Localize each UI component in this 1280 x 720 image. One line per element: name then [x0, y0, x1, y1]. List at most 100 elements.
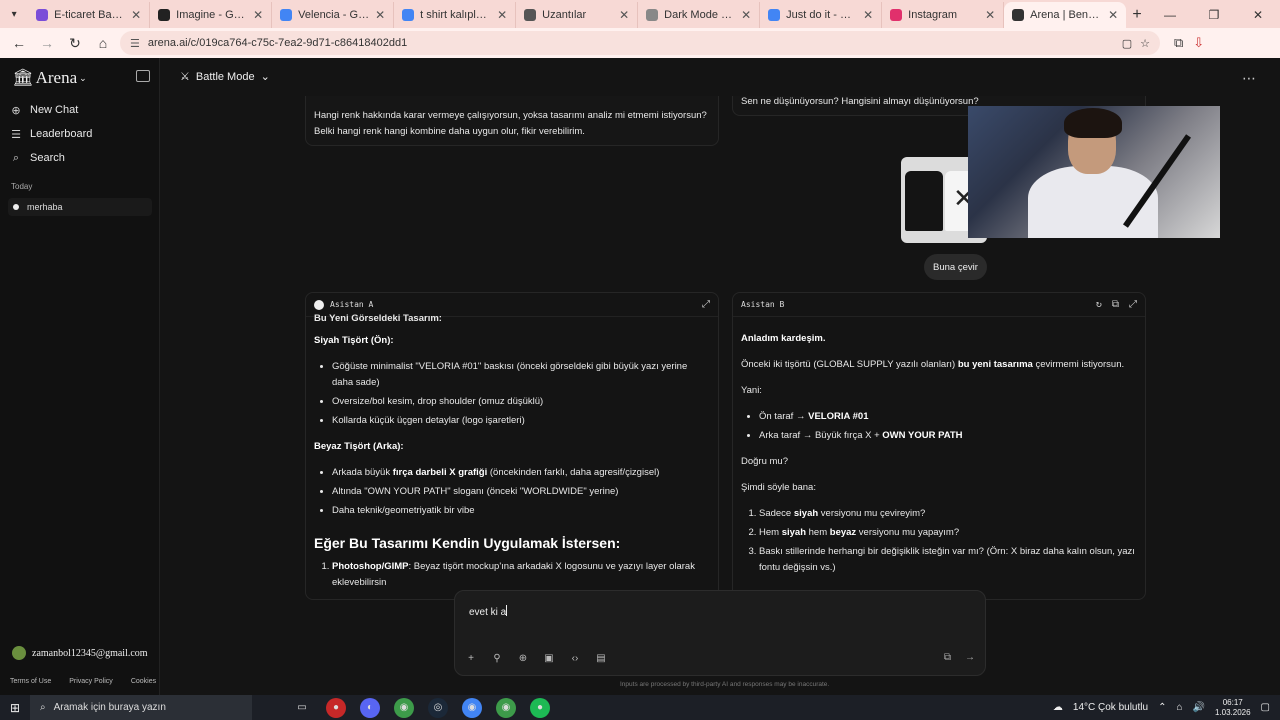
new-tab-button[interactable]: + [1126, 2, 1148, 28]
sidebar-item-new-chat[interactable]: ⊕ New Chat [10, 98, 150, 122]
tab-favicon-icon [402, 9, 415, 21]
tab-close-icon[interactable]: ✕ [497, 8, 507, 22]
bold-text: OWN YOUR PATH [882, 430, 963, 441]
tab-search-button[interactable]: ▾ [4, 2, 24, 26]
tab-close-icon[interactable]: ✕ [253, 8, 263, 22]
image-icon[interactable]: ▣ [543, 653, 555, 664]
volume-icon[interactable]: 🔊 [1193, 702, 1205, 713]
cookies-link[interactable]: Cookies [131, 678, 156, 685]
browser-tab[interactable]: Arena | Benchmark & ✕ [1004, 2, 1127, 28]
browser-tab[interactable]: Imagine - Grok ✕ [150, 2, 273, 28]
browser-tab[interactable]: Just do it - Google'd ✕ [760, 2, 883, 28]
sidebar-toggle-icon[interactable] [136, 70, 150, 82]
task-view-icon[interactable]: ▭ [292, 698, 312, 718]
user-account[interactable]: zamanbol12345@gmail.com [12, 646, 148, 660]
taskbar-search-placeholder: Aramak için buraya yazın [53, 702, 166, 713]
text: Arka taraf → Büyük fırça X + [759, 430, 883, 441]
minimize-button[interactable]: — [1148, 2, 1192, 28]
tray-chevron-icon[interactable]: ⌃ [1158, 702, 1166, 713]
code-icon[interactable]: ‹› [569, 653, 581, 664]
forward-icon[interactable]: → [36, 35, 58, 51]
sidebar-nav: ⊕ New Chat ☰ Leaderboard ⌕ Search [10, 98, 150, 170]
arena-logo-icon: 🏛 [12, 68, 34, 87]
tab-close-icon[interactable]: ✕ [1108, 8, 1118, 22]
attach-icon[interactable]: ⧉ [944, 652, 951, 663]
composer-actions: ⧉ → [944, 652, 975, 663]
send-icon[interactable]: → [965, 652, 975, 663]
copy-icon[interactable]: ⧉ [1112, 299, 1119, 310]
expand-icon[interactable]: ⤢ [702, 299, 710, 310]
tab-title: Uzantılar [542, 9, 587, 21]
canvas-icon[interactable]: ▤ [595, 653, 607, 664]
arena-logo[interactable]: 🏛 Arena ⌄ [12, 68, 87, 88]
browser-tab[interactable]: Dark Mode - Chrome ✕ [638, 2, 761, 28]
tools-icon[interactable]: ⚲ [491, 653, 503, 664]
notification-icon[interactable]: ▢ [1261, 702, 1270, 713]
page-icon[interactable]: ▢ [1122, 37, 1132, 50]
back-icon[interactable]: ← [8, 35, 30, 51]
tab-title: Arena | Benchmark & [1030, 9, 1102, 21]
network-icon[interactable]: ⌂ [1176, 702, 1182, 713]
expand-icon[interactable]: ⤢ [1129, 299, 1137, 310]
steam-icon[interactable]: ◎ [428, 697, 448, 718]
tab-close-icon[interactable]: ✕ [741, 8, 751, 22]
sidebar: 🏛 Arena ⌄ ⊕ New Chat ☰ Leaderboard ⌕ Sea… [0, 58, 160, 695]
regenerate-icon[interactable]: ↻ [1096, 299, 1102, 310]
list-icon: ☰ [11, 128, 21, 141]
windows-start-icon[interactable]: ⊞ [0, 701, 30, 715]
browser-tab[interactable]: Uzantılar ✕ [516, 2, 639, 28]
tab-favicon-icon [768, 9, 781, 21]
system-tray: ☁ 14°C Çok bulutlu ⌃ ⌂ 🔊 06:17 1.03.2026… [1053, 698, 1280, 718]
nav-label: New Chat [30, 104, 79, 116]
clock-time: 06:17 [1222, 697, 1243, 707]
sidebar-item-leaderboard[interactable]: ☰ Leaderboard [10, 122, 150, 146]
maximize-button[interactable]: ❐ [1192, 2, 1236, 28]
text: versiyonu mu çevireyim? [818, 508, 926, 519]
privacy-link[interactable]: Privacy Policy [69, 678, 113, 685]
chrome-icon[interactable]: ◉ [496, 697, 516, 718]
reload-icon[interactable]: ↻ [64, 35, 86, 52]
tab-close-icon[interactable]: ✕ [863, 8, 873, 22]
browser-tab[interactable]: t shirt kalıpları owers ✕ [394, 2, 517, 28]
clock[interactable]: 06:17 1.03.2026 [1215, 698, 1251, 718]
home-icon[interactable]: ⌂ [92, 35, 114, 51]
list-item: Hem siyah hem beyaz versiyonu mu yapayım… [759, 525, 1137, 541]
extensions-icon[interactable]: ⧉ [1174, 35, 1183, 51]
mode-selector[interactable]: ⚔ Battle Mode ⌄ [180, 70, 270, 84]
download-icon[interactable]: ⇩ [1193, 35, 1204, 51]
browser-tab[interactable]: Velencia - Google'da ✕ [272, 2, 395, 28]
message-composer[interactable]: evet ki a + ⚲ ⊕ ▣ ‹› ▤ ⧉ → [454, 590, 986, 676]
bookmark-star-icon[interactable]: ☆ [1140, 37, 1150, 50]
web-search-icon[interactable]: ⊕ [517, 653, 529, 664]
browser-tab[interactable]: E-ticaret Başlangıç R ✕ [28, 2, 151, 28]
tab-close-icon[interactable]: ✕ [985, 8, 995, 22]
user-message-text: Buna çevir [933, 261, 978, 273]
more-options-icon[interactable]: ⋯ [1242, 70, 1256, 87]
browser-tab[interactable]: Instagram ✕ [882, 2, 1005, 28]
tab-close-icon[interactable]: ✕ [619, 8, 629, 22]
composer-input[interactable]: evet ki a [469, 605, 508, 618]
tab-close-icon[interactable]: ✕ [131, 8, 141, 22]
tab-favicon-icon [890, 9, 903, 21]
sidebar-item-search[interactable]: ⌕ Search [10, 146, 150, 170]
spotify-icon[interactable]: ● [530, 697, 550, 718]
search-icon: ⌕ [40, 702, 46, 713]
app-icon[interactable]: ● [326, 697, 346, 718]
terms-link[interactable]: Terms of Use [10, 678, 51, 685]
bullet-list: Ön taraf → VELORIA #01 Arka taraf → Büyü… [759, 409, 1137, 444]
tab-close-icon[interactable]: ✕ [375, 8, 385, 22]
chat-title: merhaba [27, 202, 63, 212]
url-field[interactable]: ☰ arena.ai/c/019ca764-c75c-7ea2-9d71-c86… [120, 31, 1160, 55]
site-info-icon[interactable]: ☰ [130, 37, 140, 50]
tab-favicon-icon [158, 9, 171, 21]
windows-taskbar: ⊞ ⌕ Aramak için buraya yazın ▭ ● ◐ ◉ ◎ ◉… [0, 695, 1280, 720]
add-icon[interactable]: + [465, 653, 477, 664]
chat-history-item[interactable]: merhaba [8, 198, 152, 216]
chrome-active-icon[interactable]: ◉ [462, 697, 482, 718]
weather-text[interactable]: 14°C Çok bulutlu [1073, 702, 1148, 713]
taskbar-search[interactable]: ⌕ Aramak için buraya yazın [30, 695, 252, 720]
user-email: zamanbol12345@gmail.com [32, 647, 148, 659]
close-window-button[interactable]: ✕ [1236, 2, 1280, 28]
chrome-icon[interactable]: ◉ [394, 697, 414, 718]
discord-icon[interactable]: ◐ [360, 697, 380, 718]
